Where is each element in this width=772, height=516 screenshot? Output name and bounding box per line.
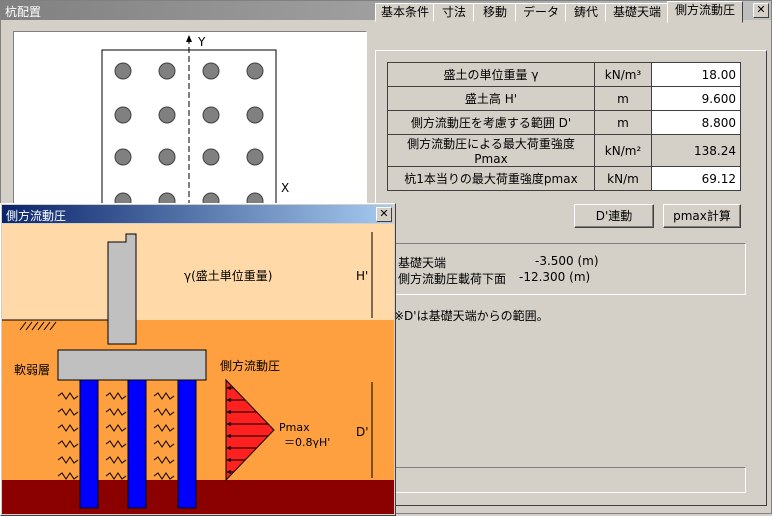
foundation-top-label: 基礎天端 — [398, 256, 447, 270]
pile — [79, 379, 99, 509]
pile-circle — [246, 106, 264, 124]
row-unit: m — [594, 86, 652, 111]
bearing-layer — [2, 480, 394, 514]
range-d-input[interactable]: 8.800 — [651, 110, 741, 135]
tab-foundation-top[interactable]: 基礎天端 — [605, 3, 669, 22]
window-close-button[interactable]: ✕ — [753, 3, 769, 18]
status-box — [394, 467, 746, 493]
row-label: 盛土の単位重量 γ — [387, 62, 595, 87]
popup-close-button[interactable]: ✕ — [376, 207, 392, 222]
pile-circle — [202, 148, 220, 166]
row-label: 側方流動圧を考慮する範囲 D' — [387, 110, 595, 135]
d-link-button[interactable]: D'連動 — [574, 204, 654, 228]
pile-circle — [158, 148, 176, 166]
footing — [57, 349, 207, 381]
pmax-label: Pmax — [279, 421, 310, 434]
h-label: H' — [356, 269, 368, 283]
table-row: 盛土高 H' m 9.600 — [387, 86, 741, 111]
table-row: 側方流動圧を考慮する範囲 D' m 8.800 — [387, 110, 741, 135]
x-axis-label: X — [281, 181, 289, 195]
range-note: ※D'は基礎天端からの範囲。 — [394, 309, 549, 323]
foundation-top-value: -3.500 (m) — [535, 254, 599, 268]
tab-data[interactable]: データ — [515, 3, 567, 22]
pile-circle — [114, 106, 132, 124]
parameter-table: 盛土の単位重量 γ kN/m³ 18.00 盛土高 H' m 9.600 側方流… — [387, 62, 741, 191]
pile-circle — [158, 106, 176, 124]
row-unit: kN/m — [594, 166, 652, 191]
popup-title: 側方流動圧 — [6, 209, 67, 223]
table-row: 杭1本当りの最大荷重強度pmax kN/m 69.12 — [387, 166, 741, 191]
pile — [177, 379, 197, 509]
tab-move[interactable]: 移動 — [473, 3, 517, 22]
pile-circle — [246, 148, 264, 166]
d-label: D' — [356, 425, 369, 439]
pmax-value: 138.24 — [651, 134, 741, 167]
pile-circle — [246, 62, 264, 80]
tab-basic-conditions[interactable]: 基本条件 — [375, 3, 435, 22]
row-label: 杭1本当りの最大荷重強度pmax — [387, 166, 595, 191]
pmax-formula: ＝0.8γH' — [284, 436, 330, 449]
soft-layer-label: 軟弱層 — [14, 362, 50, 377]
unit-weight-input[interactable]: 18.00 — [651, 62, 741, 87]
row-unit: m — [594, 110, 652, 135]
lateral-pressure-diagram: γ(盛土単位重量) H' 軟弱層 側方流動圧 Pmax ＝0.8γH' D' — [2, 224, 394, 514]
lateral-bottom-label: 側方流動圧載荷下面 — [398, 272, 507, 286]
y-axis-arrow — [186, 35, 192, 42]
pile — [127, 379, 147, 509]
tab-dimensions[interactable]: 寸法 — [433, 3, 475, 22]
pile-circle — [114, 62, 132, 80]
row-unit: kN/m³ — [594, 62, 652, 87]
pile-circle — [158, 62, 176, 80]
embankment-height-input[interactable]: 9.600 — [651, 86, 741, 111]
table-row: 盛土の単位重量 γ kN/m³ 18.00 — [387, 62, 741, 87]
lateral-pressure-popup[interactable]: 側方流動圧 ✕ γ(盛土単位重量) H' 軟弱層 側方流動圧 Pmax ＝0.8… — [0, 203, 396, 516]
pmax-calc-button[interactable]: pmax計算 — [663, 204, 741, 228]
soft-soil-layer — [2, 320, 394, 480]
tab-lateral-flow-pressure[interactable]: 側方流動圧 — [667, 1, 743, 23]
abutment-wall — [107, 233, 137, 345]
popup-title-bar[interactable]: 側方流動圧 ✕ — [2, 205, 392, 223]
window-title: 杭配置 — [5, 5, 42, 19]
row-label: 側方流動圧による最大荷重強度Pmax — [387, 134, 595, 167]
lateral-bottom-value: -12.300 (m) — [519, 270, 591, 284]
piles — [79, 379, 197, 509]
pile-circle — [114, 148, 132, 166]
pile-pmax-input[interactable]: 69.12 — [651, 166, 741, 191]
row-label: 盛土高 H' — [387, 86, 595, 111]
pile-circle — [202, 62, 220, 80]
tab-casting[interactable]: 鋳代 — [565, 3, 607, 22]
info-box: 基礎天端 -3.500 (m) 側方流動圧載荷下面 -12.300 (m) — [394, 243, 746, 295]
gamma-label: γ(盛土単位重量) — [184, 268, 272, 283]
pile-circle — [202, 106, 220, 124]
table-row: 側方流動圧による最大荷重強度Pmax kN/m² 138.24 — [387, 134, 741, 167]
y-axis-label: Y — [197, 35, 206, 49]
row-unit: kN/m² — [594, 134, 652, 167]
lateral-pressure-label: 側方流動圧 — [220, 358, 280, 373]
